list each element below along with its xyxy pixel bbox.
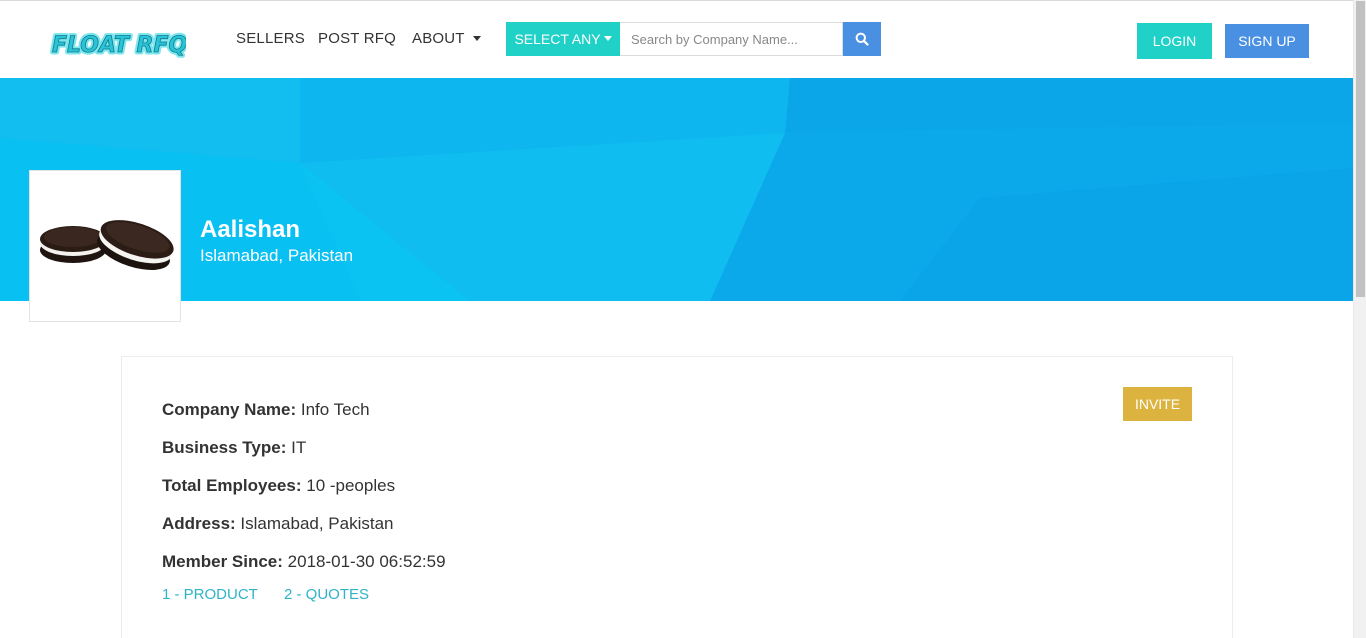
site-header: FLOAT RFQ FLOAT RFQ SELLERS POST RFQ ABO… [0,1,1353,78]
chevron-down-icon [472,35,481,41]
info-label: Business Type: [162,438,287,457]
company-avatar [29,170,181,322]
caret-down-icon [603,35,612,41]
info-member-since: Member Since: 2018-01-30 06:52:59 [162,552,446,572]
info-value: Info Tech [300,400,370,419]
info-value: IT [291,438,307,457]
svg-text:FLOAT RFQ: FLOAT RFQ [52,33,186,58]
nav-sellers[interactable]: SELLERS [236,30,305,47]
info-value: 2018-01-30 06:52:59 [287,552,446,571]
info-label: Address: [162,514,236,533]
info-business-type: Business Type: IT [162,438,306,458]
info-label: Member Since: [162,552,283,571]
banner-background [0,78,1353,301]
tab-products[interactable]: 1 - PRODUCT [162,586,258,603]
nav-about[interactable]: ABOUT [412,30,481,47]
logo-graphic: FLOAT RFQ FLOAT RFQ [50,31,187,61]
page-scrollbar[interactable] [1353,0,1366,638]
invite-button[interactable]: INVITE [1123,387,1192,421]
signup-button[interactable]: SIGN UP [1225,24,1309,58]
nav-about-label: ABOUT [412,30,465,47]
profile-banner [0,78,1353,301]
login-button[interactable]: LOGIN [1137,23,1212,59]
search-button[interactable] [843,22,881,56]
company-display-name: Aalishan [200,216,301,243]
info-label: Company Name: [162,400,297,419]
cookie-image [40,220,174,270]
logo[interactable]: FLOAT RFQ FLOAT RFQ [48,23,187,63]
tab-quotes[interactable]: 2 - QUOTES [284,586,369,603]
search-category-select[interactable]: SELECT ANY [506,22,620,56]
info-value: 10 -peoples [306,476,396,495]
nav-post-rfq[interactable]: POST RFQ [318,30,396,47]
search-icon [855,32,869,46]
info-value: Islamabad, Pakistan [240,514,394,533]
info-label: Total Employees: [162,476,302,495]
search-input[interactable] [620,22,843,56]
info-company-name: Company Name: Info Tech [162,400,370,420]
info-total-employees: Total Employees: 10 -peoples [162,476,395,496]
company-location: Islamabad, Pakistan [200,246,354,265]
select-label: SELECT ANY [514,31,601,47]
info-address: Address: Islamabad, Pakistan [162,514,394,534]
scrollbar-thumb[interactable] [1356,1,1365,297]
